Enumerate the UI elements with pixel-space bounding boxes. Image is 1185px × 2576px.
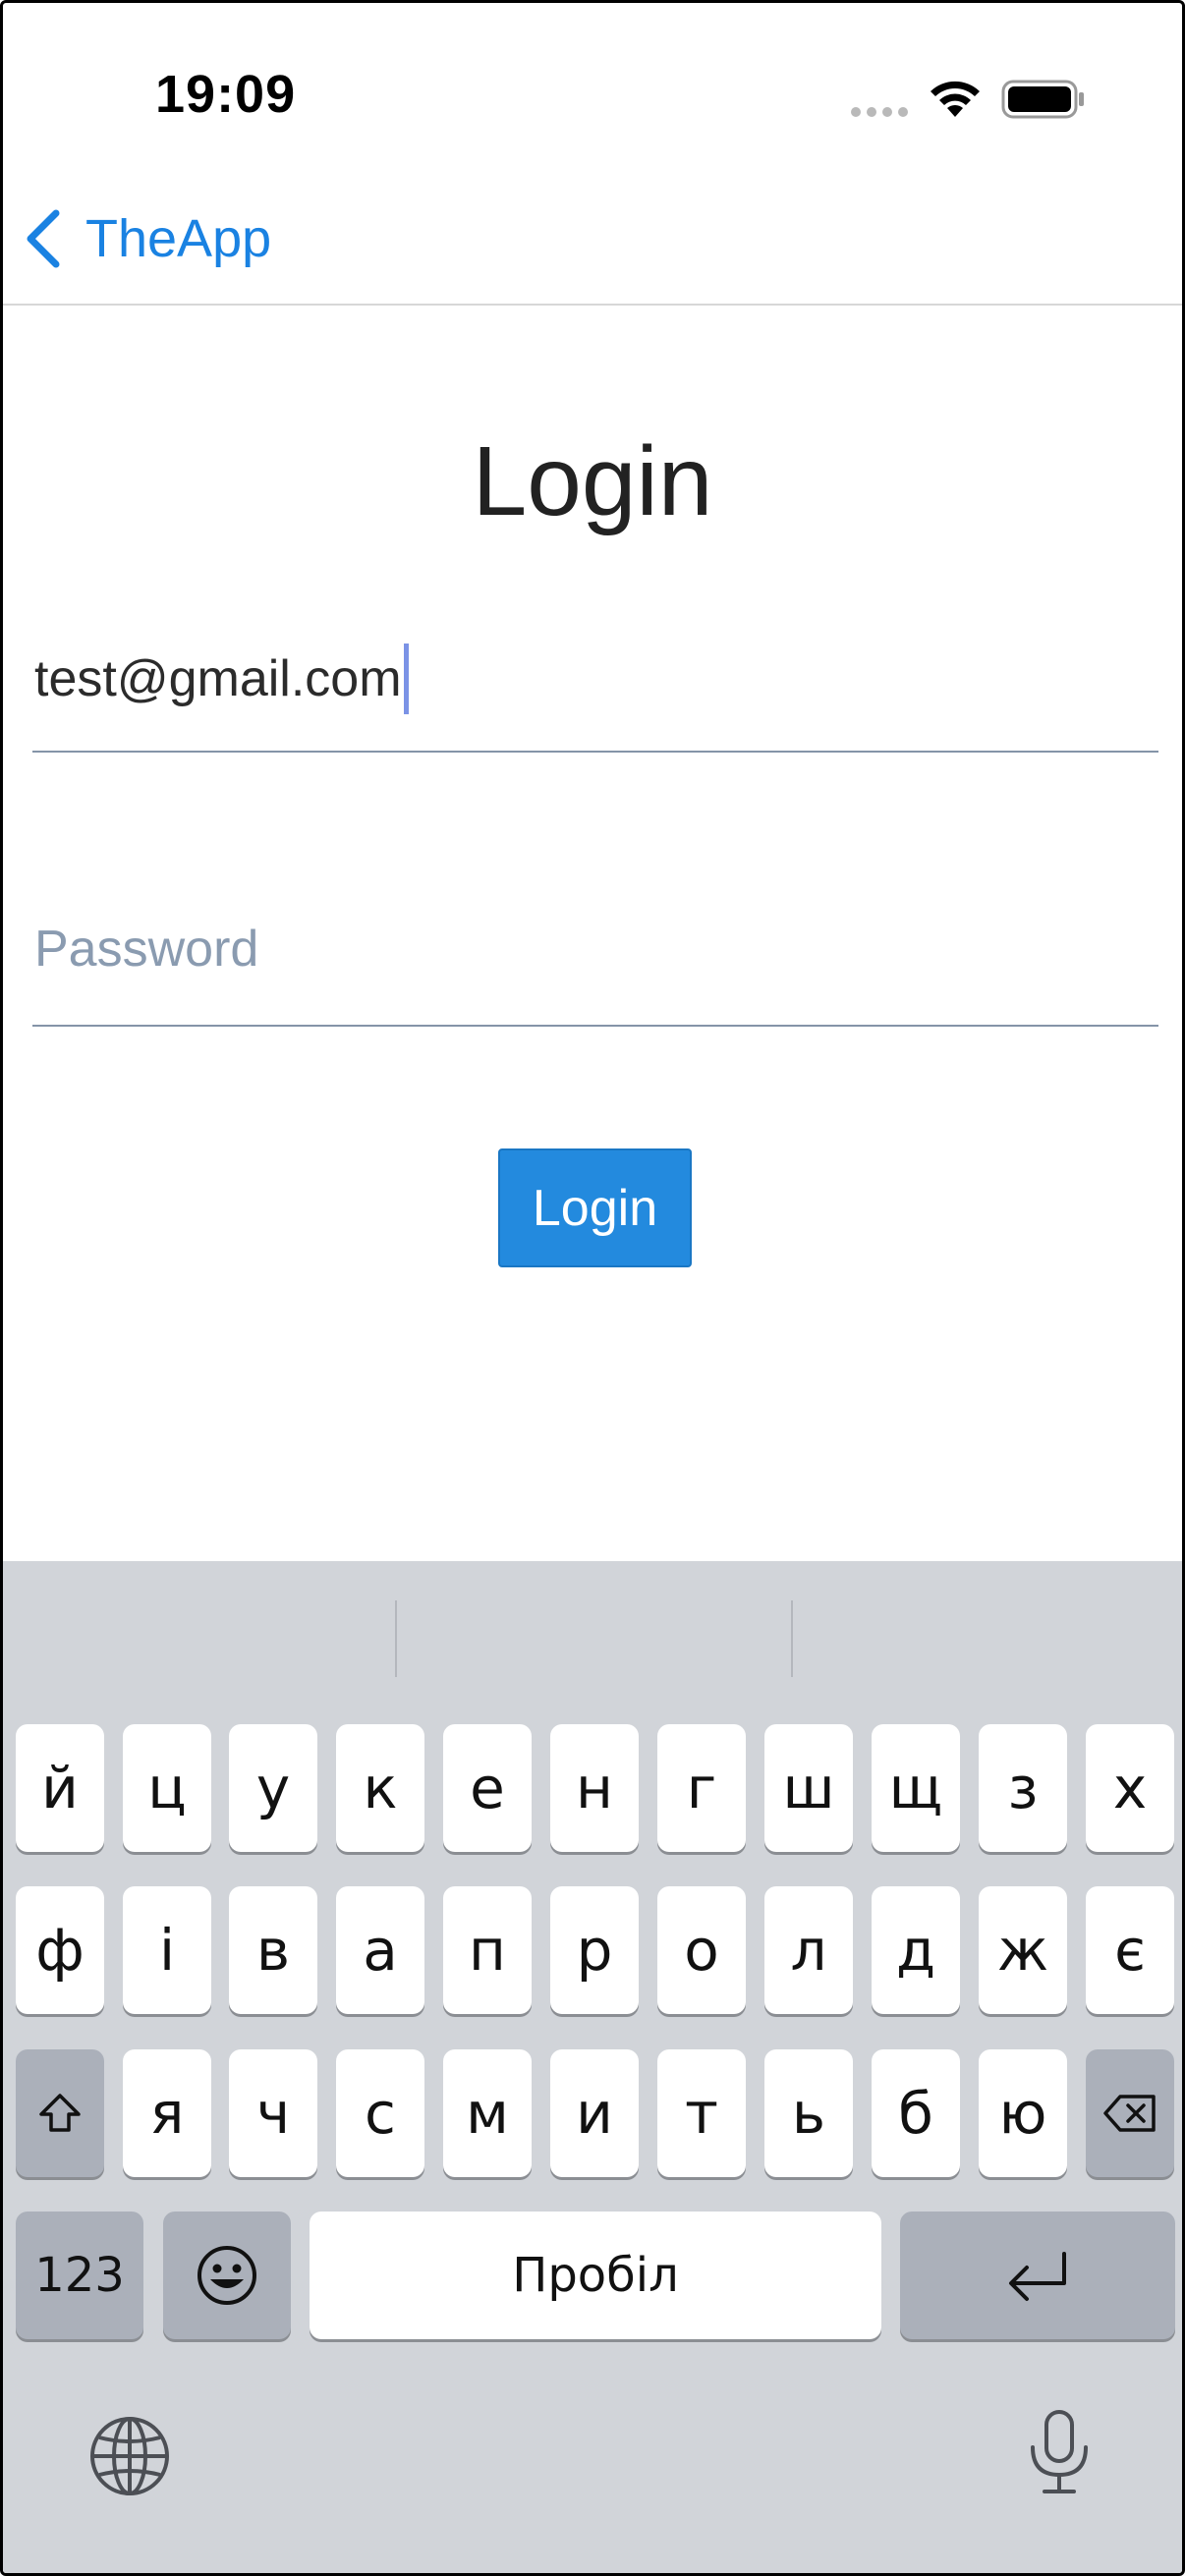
email-value: test@gmail.com: [34, 650, 402, 707]
key-row3[interactable]: ю: [979, 2049, 1067, 2177]
email-field[interactable]: test@gmail.com: [32, 622, 1158, 753]
key-row2[interactable]: ж: [979, 1886, 1067, 2014]
password-field[interactable]: Password: [32, 895, 1158, 1027]
space-key[interactable]: Пробіл: [310, 2212, 881, 2339]
email-value-wrapper: test@gmail.com: [34, 644, 409, 714]
key-row1[interactable]: щ: [872, 1724, 960, 1852]
key-row2[interactable]: д: [872, 1886, 960, 2014]
key-row3[interactable]: б: [872, 2049, 960, 2177]
return-key[interactable]: [900, 2212, 1175, 2339]
password-placeholder: Password: [34, 921, 259, 978]
backspace-key[interactable]: [1086, 2049, 1174, 2177]
key-row1[interactable]: г: [657, 1724, 746, 1852]
key-row2[interactable]: а: [336, 1886, 424, 2014]
back-label: TheApp: [85, 209, 272, 268]
key-row2[interactable]: ф: [16, 1886, 104, 2014]
microphone-icon[interactable]: [1025, 2408, 1094, 2496]
wifi-icon: [931, 81, 980, 117]
key-row2[interactable]: о: [657, 1886, 746, 2014]
globe-icon[interactable]: [87, 2414, 172, 2498]
key-row3[interactable]: м: [443, 2049, 532, 2177]
key-row1[interactable]: з: [979, 1724, 1067, 1852]
key-row3[interactable]: я: [123, 2049, 211, 2177]
key-row1[interactable]: ш: [764, 1724, 853, 1852]
return-icon: [1009, 2252, 1066, 2301]
key-row1[interactable]: у: [229, 1724, 317, 1852]
back-button[interactable]: TheApp: [23, 199, 271, 278]
status-time: 19:09: [155, 65, 297, 124]
emoji-icon: [198, 2246, 256, 2305]
backspace-icon: [1103, 2095, 1156, 2132]
shift-key[interactable]: [16, 2049, 104, 2177]
key-row1[interactable]: й: [16, 1724, 104, 1852]
key-row3[interactable]: ч: [229, 2049, 317, 2177]
key-row1[interactable]: х: [1086, 1724, 1174, 1852]
key-row1[interactable]: ц: [123, 1724, 211, 1852]
login-button[interactable]: Login: [498, 1148, 692, 1267]
key-row3[interactable]: т: [657, 2049, 746, 2177]
status-bar: 19:09: [3, 3, 1182, 190]
navigation-bar: TheApp: [3, 190, 1182, 306]
key-row3[interactable]: с: [336, 2049, 424, 2177]
signal-dots-icon: [851, 107, 908, 117]
chevron-left-icon: [27, 209, 60, 268]
key-row2[interactable]: п: [443, 1886, 532, 2014]
key-row1[interactable]: к: [336, 1724, 424, 1852]
key-row2[interactable]: і: [123, 1886, 211, 2014]
key-row3[interactable]: и: [550, 2049, 639, 2177]
emoji-key[interactable]: [163, 2212, 291, 2339]
page-title: Login: [472, 426, 713, 536]
phone-screen: 19:09 TheApp Login test@gmail.com Passwo…: [0, 0, 1185, 2576]
key-row2[interactable]: є: [1086, 1886, 1174, 2014]
key-row2[interactable]: л: [764, 1886, 853, 2014]
key-row2[interactable]: р: [550, 1886, 639, 2014]
numbers-key[interactable]: 123: [16, 2212, 143, 2339]
key-row3[interactable]: ь: [764, 2049, 853, 2177]
battery-icon: [1001, 80, 1084, 119]
suggestion-divider: [791, 1600, 793, 1677]
shift-icon: [39, 2094, 81, 2132]
suggestion-divider: [395, 1600, 397, 1677]
keyboard: й ц у к е н г ш щ з х ф і в а п р о л д …: [3, 1561, 1182, 2573]
key-row2[interactable]: в: [229, 1886, 317, 2014]
text-caret: [403, 644, 409, 714]
key-row1[interactable]: е: [443, 1724, 532, 1852]
key-row1[interactable]: н: [550, 1724, 639, 1852]
